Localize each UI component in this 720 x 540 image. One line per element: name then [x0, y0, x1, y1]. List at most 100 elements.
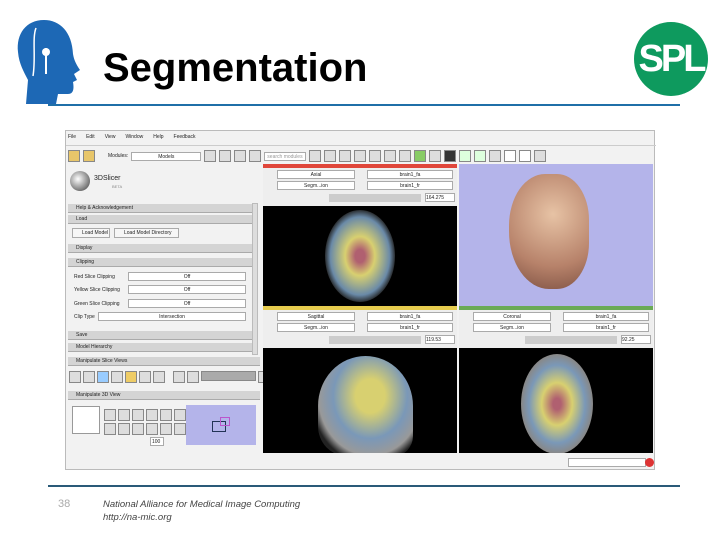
next-module-icon[interactable] [219, 150, 232, 162]
yellow-label-select[interactable]: Segm...ion [277, 323, 355, 332]
menu-feedback[interactable]: Feedback [174, 134, 196, 144]
page-number: 38 [58, 498, 71, 510]
slice-tool-icon[interactable] [187, 371, 199, 383]
clip-type-select[interactable]: Intersection [98, 312, 246, 321]
load-model-directory-button[interactable]: Load Model Directory [114, 228, 179, 238]
yellow-orientation-select[interactable]: Sagittal [277, 312, 355, 321]
status-search-field[interactable] [568, 458, 646, 467]
clipping-section[interactable]: Clipping [68, 258, 254, 267]
module-list-icon[interactable] [234, 150, 247, 162]
red-label-select[interactable]: Segm...ion [277, 181, 355, 190]
ruler-icon[interactable] [429, 150, 442, 162]
green-label-select[interactable]: Segm...ion [473, 323, 551, 332]
menu-help[interactable]: Help [153, 134, 163, 144]
3d-tool-icon[interactable] [174, 409, 186, 421]
red-orientation-select[interactable]: Axial [277, 170, 355, 179]
redo-icon[interactable] [474, 150, 487, 162]
red-slice-slider[interactable] [329, 194, 421, 202]
red-background-select[interactable]: brain1_fr [367, 181, 453, 190]
slice-tool-icon[interactable] [97, 371, 109, 383]
zoom-field[interactable]: 100 [150, 437, 164, 446]
home-icon[interactable] [324, 150, 337, 162]
3d-tool-icon[interactable] [132, 423, 144, 435]
menu-window[interactable]: Window [125, 134, 143, 144]
red-clip-select[interactable]: Off [128, 272, 246, 281]
menu-edit[interactable]: Edit [86, 134, 95, 144]
green-offset-field[interactable]: 92.25 [621, 335, 651, 344]
yellow-background-select[interactable]: brain1_fr [367, 323, 453, 332]
green-foreground-select[interactable]: brain1_fa [563, 312, 649, 321]
data-icon[interactable] [339, 150, 352, 162]
fiducials-icon[interactable] [384, 150, 397, 162]
manipulate-3d-view-section[interactable]: Manipulate 3D View [68, 391, 260, 400]
slice-tool-icon[interactable] [69, 371, 81, 383]
menu-view[interactable]: View [105, 134, 116, 144]
layout-icon[interactable] [444, 150, 457, 162]
models-icon[interactable] [369, 150, 382, 162]
axial-view[interactable] [263, 206, 457, 306]
view-icon[interactable] [534, 150, 547, 162]
manipulate-slice-views-section[interactable]: Manipulate Slice Views [68, 357, 260, 366]
3d-view-navigator[interactable] [186, 405, 256, 445]
red-foreground-select[interactable]: brain1_fa [367, 170, 453, 179]
3d-tool-icon[interactable] [146, 409, 158, 421]
3d-tool-icon[interactable] [160, 423, 172, 435]
green-clip-select[interactable]: Off [128, 299, 246, 308]
load-model-button[interactable]: Load Model [72, 228, 110, 238]
toolbar: Modules: Models search modules [68, 150, 547, 162]
title-divider [48, 104, 680, 106]
yellow-foreground-select[interactable]: brain1_fa [367, 312, 453, 321]
sagittal-view[interactable] [263, 348, 457, 453]
yellow-slice-slider[interactable] [329, 336, 421, 344]
slice-tool-icon[interactable] [173, 371, 185, 383]
slice-tool-icon[interactable] [83, 371, 95, 383]
3d-tool-icon[interactable] [104, 423, 116, 435]
volumes-icon[interactable] [354, 150, 367, 162]
folder-icon[interactable] [68, 150, 80, 162]
3d-tool-icon[interactable] [104, 409, 116, 421]
rotate-icon[interactable] [118, 409, 130, 421]
3d-tool-icon[interactable] [146, 423, 158, 435]
slice-slider[interactable] [201, 371, 256, 381]
display-section[interactable]: Display [68, 244, 254, 253]
axes-widget[interactable] [72, 406, 100, 434]
screenshot-icon[interactable] [489, 150, 502, 162]
left-panel-scrollbar[interactable] [252, 203, 258, 355]
slice-tool-icon[interactable] [153, 371, 165, 383]
slice-tool-icon[interactable] [125, 371, 137, 383]
load-section[interactable]: Load [68, 215, 254, 224]
save-section[interactable]: Save [68, 331, 254, 340]
coronal-view[interactable] [459, 348, 653, 453]
yellow-clip-select[interactable]: Off [128, 285, 246, 294]
close-icon[interactable] [645, 458, 654, 467]
yellow-offset-field[interactable]: 119.53 [425, 335, 455, 344]
3d-tool-icon[interactable] [132, 409, 144, 421]
green-background-select[interactable]: brain1_fr [563, 323, 649, 332]
green-orientation-select[interactable]: Coronal [473, 312, 551, 321]
undo-icon[interactable] [459, 150, 472, 162]
prev-module-icon[interactable] [204, 150, 217, 162]
save-icon[interactable] [83, 150, 95, 162]
search-icon[interactable] [309, 150, 322, 162]
place-icon[interactable] [519, 150, 532, 162]
crosshair-icon[interactable] [139, 371, 151, 383]
slicer-logo-icon [70, 171, 90, 191]
help-section[interactable]: Help & Acknowledgement [68, 204, 254, 213]
3d-view[interactable] [459, 164, 653, 306]
modules-label: Modules: [108, 153, 129, 159]
measure-icon[interactable] [414, 150, 427, 162]
refresh-icon[interactable] [249, 150, 262, 162]
search-modules-input[interactable]: search modules [264, 151, 307, 161]
editor-icon[interactable] [399, 150, 412, 162]
slice-tool-icon[interactable] [111, 371, 123, 383]
green-slice-slider[interactable] [525, 336, 617, 344]
module-select[interactable]: Models [131, 151, 202, 161]
red-offset-field[interactable]: 164.275 [425, 193, 455, 202]
menu-bar: File Edit View Window Help Feedback [68, 134, 196, 144]
menu-file[interactable]: File [68, 134, 76, 144]
pick-icon[interactable] [504, 150, 517, 162]
3d-tool-icon[interactable] [118, 423, 130, 435]
model-hierarchy-section[interactable]: Model Hierarchy [68, 343, 254, 352]
3d-tool-icon[interactable] [174, 423, 186, 435]
3d-tool-icon[interactable] [160, 409, 172, 421]
